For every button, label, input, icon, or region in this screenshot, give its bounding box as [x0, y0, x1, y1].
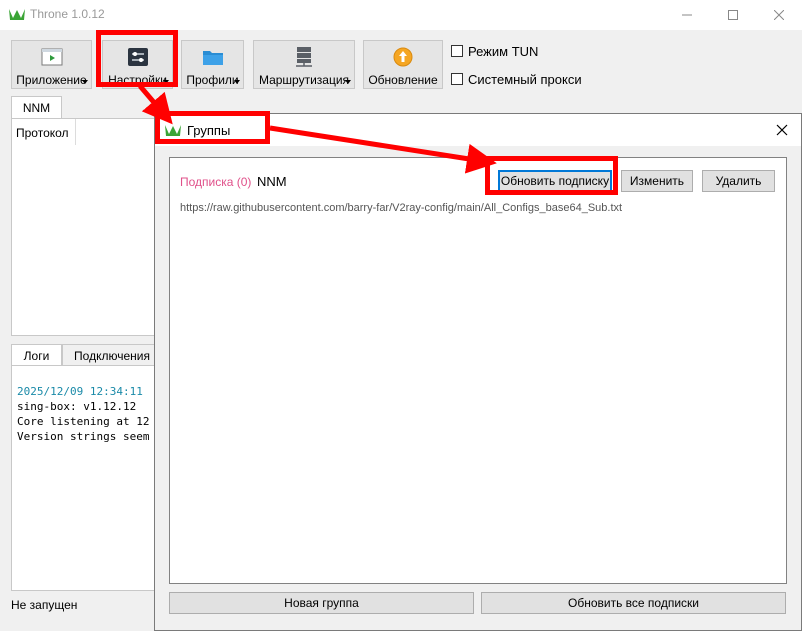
logs-tab-label: Логи	[23, 348, 50, 363]
close-icon	[774, 10, 784, 20]
routing-button[interactable]: Маршрутизация	[253, 40, 355, 89]
subscription-url: https://raw.githubusercontent.com/barry-…	[180, 202, 623, 214]
log-panel[interactable]: 2025/12/09 12:34:11 sing-box: v1.12.12 C…	[11, 365, 161, 591]
system-proxy-checkbox[interactable]	[451, 73, 463, 85]
close-window-button[interactable]	[756, 0, 802, 30]
log-line: Core listening at 12	[17, 415, 150, 428]
profile-list[interactable]: Протокол	[11, 118, 161, 336]
server-network-icon	[296, 47, 312, 67]
profiles-label: Профили	[186, 73, 239, 87]
tab-logs[interactable]: Логи	[11, 344, 62, 366]
group-name: NNM	[257, 174, 287, 189]
routing-label: Маршрутизация	[258, 73, 350, 87]
close-icon	[776, 124, 788, 136]
annotation-box-groups-title	[155, 111, 270, 144]
tab-group-nnm[interactable]: NNM	[11, 96, 62, 119]
app-menu-button[interactable]: Приложение	[11, 40, 92, 89]
annotation-arrow-to-groups	[138, 84, 173, 125]
minimize-button[interactable]	[664, 0, 710, 30]
maximize-button[interactable]	[710, 0, 756, 30]
update-all-subscriptions-button[interactable]: Обновить все подписки	[481, 592, 786, 614]
group-list: Подписка (0) NNM Обновить подписку Измен…	[169, 157, 787, 584]
new-group-button[interactable]: Новая группа	[169, 592, 474, 614]
subscription-type-label: Подписка (0)	[180, 175, 252, 189]
tun-mode-label: Режим TUN	[468, 44, 539, 59]
minimize-icon	[682, 14, 692, 16]
dropdown-arrow-icon	[234, 80, 240, 84]
window-title: Throne 1.0.12	[30, 7, 105, 21]
tab-connections[interactable]: Подключения	[62, 344, 162, 366]
folder-icon	[202, 51, 223, 65]
update-label: Обновление	[368, 73, 438, 87]
maximize-icon	[728, 10, 738, 20]
log-line: 2025/12/09 12:34:11	[17, 385, 143, 398]
delete-group-button[interactable]: Удалить	[702, 170, 775, 192]
status-text: Не запущен	[11, 598, 78, 612]
dropdown-arrow-icon	[82, 80, 88, 84]
connections-tab-label: Подключения	[74, 348, 150, 363]
throne-logo-icon	[9, 9, 25, 20]
dialog-close-button[interactable]	[767, 118, 797, 142]
annotation-box-update-subscription	[485, 156, 618, 195]
app-menu-label: Приложение	[16, 73, 87, 87]
play-window-icon	[41, 48, 62, 66]
profiles-button[interactable]: Профили	[181, 40, 244, 89]
log-line: sing-box: v1.12.12	[17, 400, 137, 413]
group-tab-label: NNM	[22, 101, 51, 115]
tun-mode-checkbox[interactable]	[451, 45, 463, 57]
log-line: Version strings seem	[17, 430, 150, 443]
annotation-box-settings	[96, 30, 178, 87]
dropdown-arrow-icon	[345, 80, 351, 84]
groups-dialog: Группы Подписка (0) NNM Обновить подписк…	[154, 113, 802, 631]
column-header-protocol[interactable]: Протокол	[12, 119, 76, 145]
update-button[interactable]: Обновление	[363, 40, 443, 89]
system-proxy-label: Системный прокси	[468, 72, 582, 87]
protocol-header-label: Протокол	[16, 126, 69, 140]
update-arrow-icon	[393, 47, 413, 67]
edit-group-button[interactable]: Изменить	[621, 170, 693, 192]
